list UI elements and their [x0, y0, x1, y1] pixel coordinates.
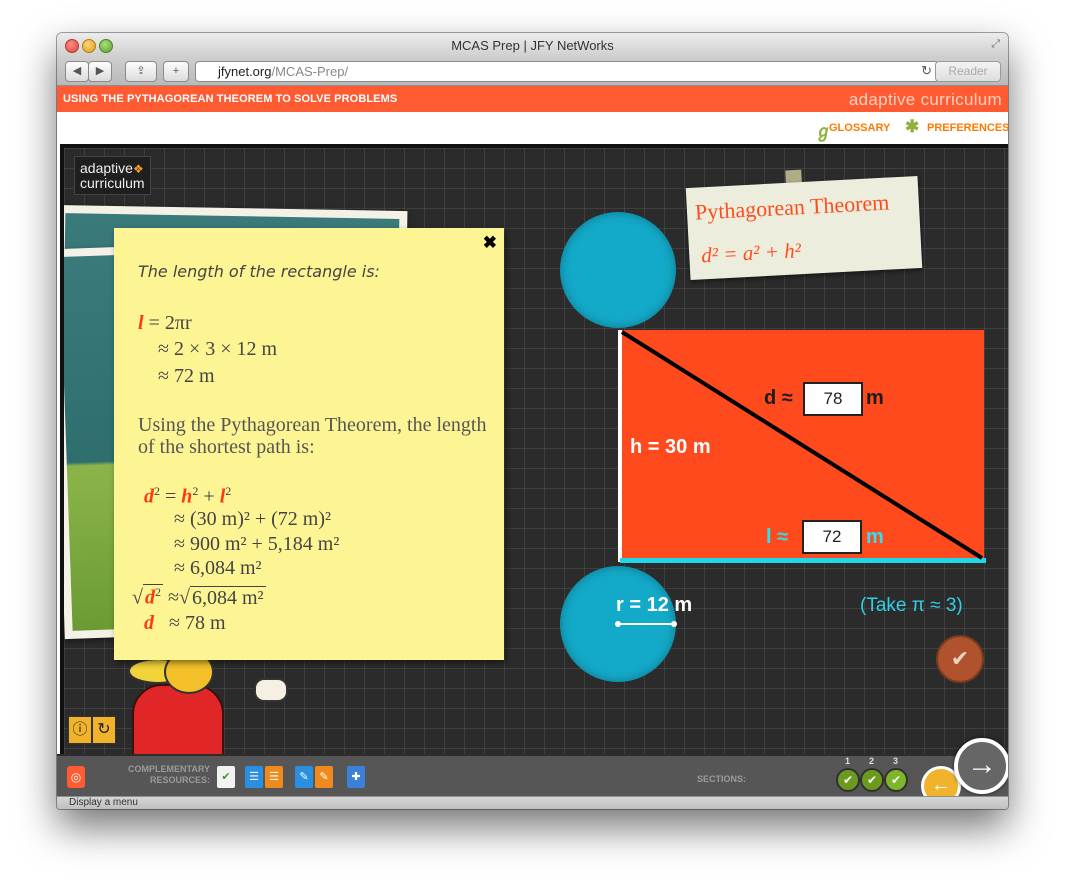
brand-logo: adaptive curriculum — [848, 90, 1002, 109]
reader-button[interactable]: Reader — [935, 61, 1001, 82]
browser-toolbar: ◀ ▶ ⇪ + jfynet.org/MCAS-Prep/ ↻ Reader — [57, 57, 1008, 86]
checklist-icon[interactable]: ✔ — [217, 766, 235, 788]
l-label: l ≈ — [766, 526, 789, 548]
d-answer-field[interactable]: 78 — [803, 382, 863, 416]
section-number: 1 — [845, 756, 851, 766]
browser-window: MCAS Prep | JFY NetWorks ⤢ ◀ ▶ ⇪ + jfyne… — [57, 33, 1008, 809]
d-unit: m — [866, 387, 884, 409]
complementary-resources-label: COMPLEMENTARY RESOURCES: — [128, 764, 210, 785]
l-unit: m — [866, 526, 884, 548]
help-lifebuoy-icon[interactable]: ✚ — [347, 766, 365, 788]
gear-icon: ✱ — [905, 117, 920, 136]
lesson-header: USING THE PYTHAGOREAN THEOREM TO SOLVE P… — [57, 86, 1008, 112]
address-bar[interactable]: jfynet.org/MCAS-Prep/ ↻ — [195, 61, 939, 82]
web-page: USING THE PYTHAGOREAN THEOREM TO SOLVE P… — [57, 86, 1008, 806]
pi-hint: (Take π ≈ 3) — [860, 595, 963, 616]
activity-orange-icon[interactable]: ✎ — [315, 766, 333, 788]
height-label: h = 30 m — [630, 436, 711, 458]
preferences-link[interactable]: PREFERENCES — [927, 122, 1008, 134]
section-number: 3 — [893, 756, 899, 766]
status-text: Display a menu — [69, 797, 138, 808]
window-title: MCAS Prep | JFY NetWorks — [451, 38, 614, 53]
title-bar: MCAS Prep | JFY NetWorks ⤢ — [57, 33, 1008, 57]
diagonal-line — [615, 330, 984, 627]
section-number: 2 — [869, 756, 875, 766]
radius-label: r = 12 m — [616, 594, 693, 616]
glossary-link[interactable]: GLOSSARY — [829, 122, 890, 134]
section-1-button[interactable]: ✔ — [836, 768, 860, 792]
utility-bar: ℊ GLOSSARY ✱ PREFERENCES — [57, 112, 1008, 144]
menu-icon[interactable]: ◎ — [67, 766, 85, 788]
worksheet-blue-icon[interactable]: ☰ — [245, 766, 263, 788]
next-button[interactable]: → — [954, 738, 1008, 794]
share-button[interactable]: ⇪ — [125, 61, 157, 82]
status-bar: Display a menu — [57, 796, 1008, 809]
add-bookmark-button[interactable]: + — [163, 61, 189, 82]
reload-icon[interactable]: ↻ — [921, 63, 932, 79]
forward-button[interactable]: ▶ — [88, 61, 112, 82]
back-button[interactable]: ◀ — [65, 61, 89, 82]
section-2-button[interactable]: ✔ — [860, 768, 884, 792]
fullscreen-icon[interactable]: ⤢ — [991, 38, 1000, 51]
url-text: jfynet.org/MCAS-Prep/ — [218, 64, 349, 79]
activity-blue-icon[interactable]: ✎ — [295, 766, 313, 788]
worksheet-orange-icon[interactable]: ☰ — [265, 766, 283, 788]
l-answer-field[interactable]: 72 — [802, 520, 862, 554]
sections-label: SECTIONS: — [697, 774, 747, 784]
check-answer-button[interactable]: ✔ — [936, 635, 984, 683]
lesson-title: USING THE PYTHAGOREAN THEOREM TO SOLVE P… — [63, 93, 398, 105]
info-button[interactable]: ⓘ — [68, 716, 92, 744]
lesson-stage: adaptive❖ curriculum ✖ The length of the… — [60, 144, 1008, 758]
reset-button[interactable]: ↻ — [92, 716, 116, 744]
bottom-navigation: ◎ COMPLEMENTARY RESOURCES: ✔ ☰ ☰ ✎ ✎ ✚ S… — [57, 738, 1008, 806]
d-label: d ≈ — [764, 387, 793, 409]
section-3-button[interactable]: ✔ — [884, 768, 908, 792]
